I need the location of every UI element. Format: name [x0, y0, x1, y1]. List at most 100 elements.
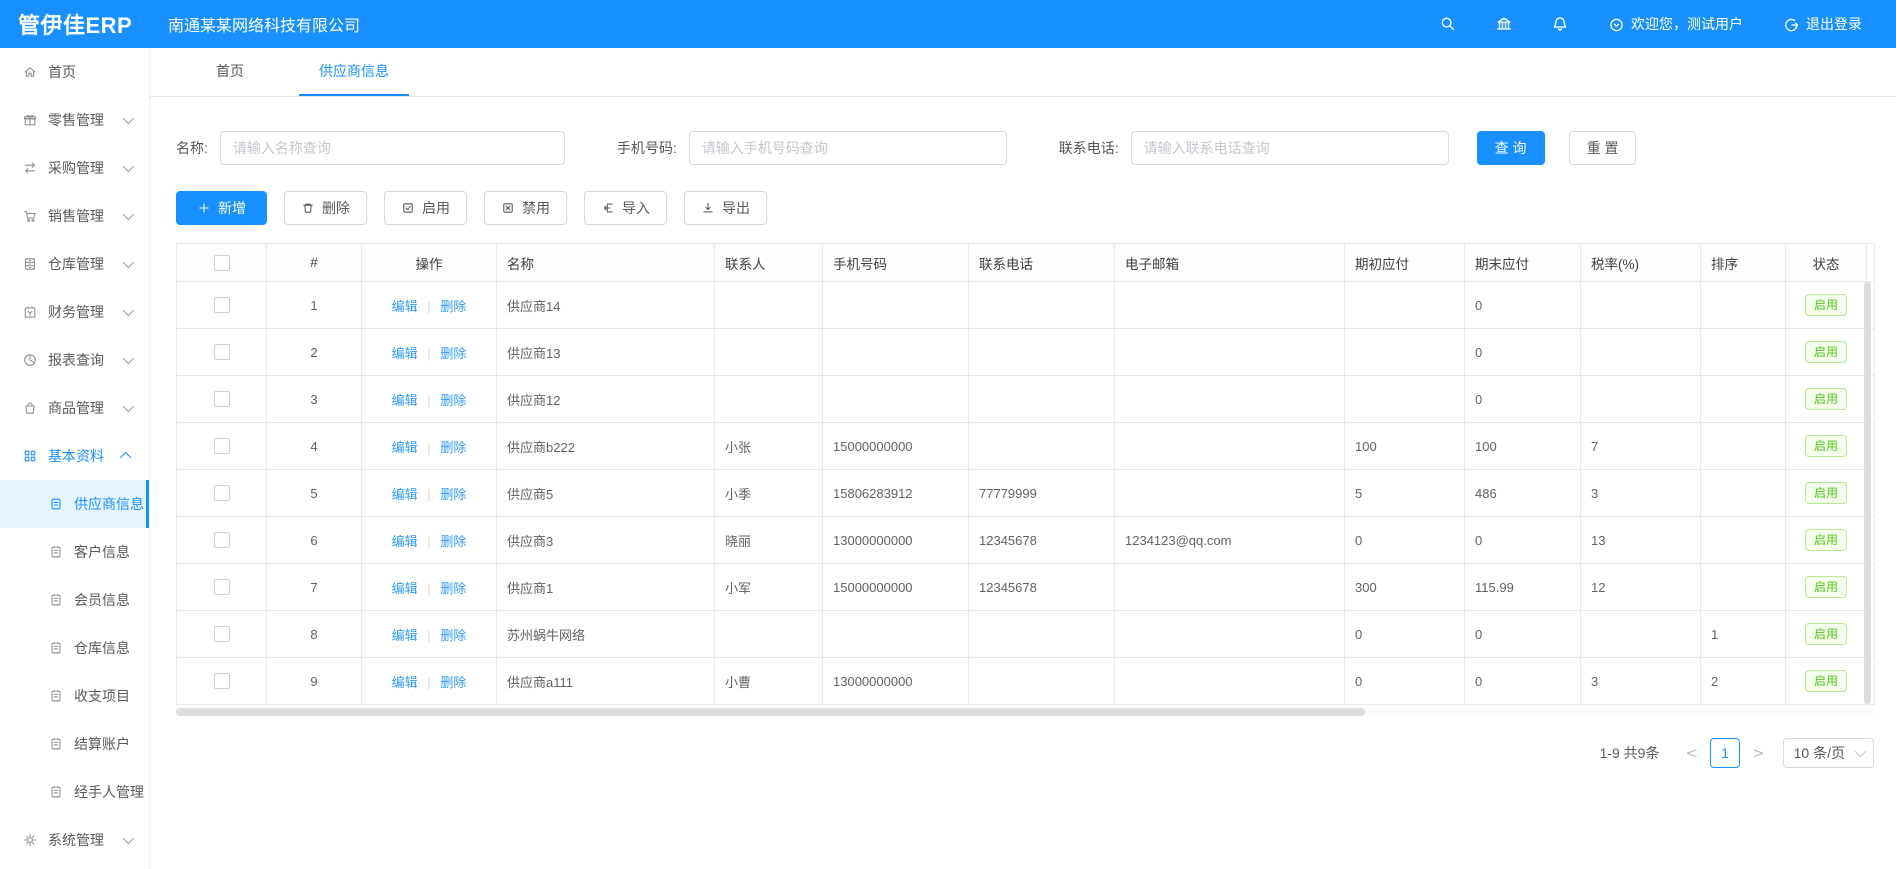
logout-button[interactable]: 退出登录 [1783, 14, 1862, 34]
delete-link[interactable]: 删除 [440, 675, 466, 690]
sidebar: 首页 零售管理 采购管理 销售管理 仓库管理 财务管理 [0, 48, 150, 869]
next-page-button[interactable]: > [1744, 744, 1773, 762]
warehouse-icon [22, 256, 38, 272]
welcome-user[interactable]: 欢迎您，测试用户 [1608, 14, 1743, 34]
delete-link[interactable]: 删除 [440, 299, 466, 314]
page-size-select[interactable]: 10 条/页 [1783, 738, 1874, 768]
edit-link[interactable]: 编辑 [392, 346, 418, 361]
horizontal-scrollbar[interactable] [176, 708, 1874, 716]
delete-link[interactable]: 删除 [440, 534, 466, 549]
add-button[interactable]: 新增 [176, 191, 267, 225]
cell-tax-rate [1581, 611, 1701, 658]
edit-link[interactable]: 编辑 [392, 534, 418, 549]
sidebar-item-label: 仓库管理 [48, 254, 123, 274]
table-row: 8 编辑 | 删除 苏州蜗牛网络 0 0 1 启用 [177, 611, 1875, 658]
row-actions: 编辑 | 删除 [362, 376, 497, 423]
row-checkbox-cell [177, 282, 267, 329]
sidebar-item-system[interactable]: 系统管理 [0, 816, 149, 864]
delete-link[interactable]: 删除 [440, 440, 466, 455]
row-index: 1 [267, 282, 362, 329]
bank-icon[interactable] [1495, 15, 1513, 33]
table-row: 2 编辑 | 删除 供应商13 0 启用 [177, 329, 1875, 376]
vertical-scrollbar[interactable] [1864, 282, 1871, 704]
action-divider: | [427, 393, 430, 408]
cell-sort: 1 [1701, 611, 1786, 658]
sidebar-item-warehouse[interactable]: 仓库管理 [0, 240, 149, 288]
cell-tax-rate: 3 [1581, 658, 1701, 705]
cell-sort [1701, 282, 1786, 329]
edit-link[interactable]: 编辑 [392, 440, 418, 455]
name-filter-input[interactable] [220, 131, 565, 165]
edit-link[interactable]: 编辑 [392, 299, 418, 314]
sidebar-item-goods[interactable]: 商品管理 [0, 384, 149, 432]
disable-button[interactable]: 禁用 [484, 191, 567, 225]
sidebar-item-income-expense[interactable]: 收支项目 [0, 672, 149, 720]
row-checkbox[interactable] [214, 673, 230, 689]
sidebar-item-customer-info[interactable]: 客户信息 [0, 528, 149, 576]
row-checkbox[interactable] [214, 579, 230, 595]
edit-link[interactable]: 编辑 [392, 487, 418, 502]
row-checkbox[interactable] [214, 297, 230, 313]
page-number-button[interactable]: 1 [1710, 738, 1740, 768]
sidebar-item-supplier-info[interactable]: 供应商信息 [0, 480, 149, 528]
delete-link[interactable]: 删除 [440, 581, 466, 596]
sidebar-item-member-info[interactable]: 会员信息 [0, 576, 149, 624]
sidebar-item-reports[interactable]: 报表查询 [0, 336, 149, 384]
row-checkbox[interactable] [214, 532, 230, 548]
row-checkbox[interactable] [214, 438, 230, 454]
document-icon [48, 544, 64, 560]
reset-button[interactable]: 重 置 [1569, 131, 1637, 165]
row-index: 8 [267, 611, 362, 658]
vertical-scrollbar-thumb[interactable] [1864, 282, 1871, 704]
edit-link[interactable]: 编辑 [392, 581, 418, 596]
search-icon[interactable] [1439, 15, 1457, 33]
sidebar-item-sales[interactable]: 销售管理 [0, 192, 149, 240]
delete-link[interactable]: 删除 [440, 487, 466, 502]
delete-link[interactable]: 删除 [440, 628, 466, 643]
sidebar-item-basic-data[interactable]: 基本资料 [0, 432, 149, 480]
chevron-down-icon [123, 401, 134, 412]
sidebar-item-settlement-account[interactable]: 结算账户 [0, 720, 149, 768]
tab-supplier-info[interactable]: 供应商信息 [299, 48, 409, 96]
mobile-filter-input[interactable] [689, 131, 1007, 165]
sidebar-item-handler-management[interactable]: 经手人管理 [0, 768, 149, 816]
cell-tax-rate [1581, 282, 1701, 329]
search-button[interactable]: 查 询 [1477, 131, 1545, 165]
sidebar-item-warehouse-info[interactable]: 仓库信息 [0, 624, 149, 672]
action-divider: | [427, 534, 430, 549]
cell-mobile [823, 329, 969, 376]
row-checkbox[interactable] [214, 626, 230, 642]
cell-sort [1701, 470, 1786, 517]
cell-name: 供应商3 [497, 517, 715, 564]
delete-button[interactable]: 删除 [284, 191, 367, 225]
tab-home[interactable]: 首页 [196, 48, 264, 96]
cell-phone [969, 376, 1115, 423]
import-button[interactable]: 导入 [584, 191, 667, 225]
row-index: 2 [267, 329, 362, 376]
sidebar-item-purchase[interactable]: 采购管理 [0, 144, 149, 192]
delete-link[interactable]: 删除 [440, 393, 466, 408]
horizontal-scrollbar-thumb[interactable] [176, 708, 1365, 716]
col-email: 电子邮箱 [1115, 244, 1345, 282]
export-button[interactable]: 导出 [684, 191, 767, 225]
edit-link[interactable]: 编辑 [392, 675, 418, 690]
phone-filter-input[interactable] [1131, 131, 1449, 165]
row-checkbox[interactable] [214, 344, 230, 360]
row-checkbox[interactable] [214, 391, 230, 407]
sidebar-item-label: 基本资料 [48, 446, 123, 466]
enable-button[interactable]: 启用 [384, 191, 467, 225]
status-badge: 启用 [1805, 670, 1847, 691]
sidebar-item-finance[interactable]: 财务管理 [0, 288, 149, 336]
cell-initial-payable [1345, 329, 1465, 376]
delete-link[interactable]: 删除 [440, 346, 466, 361]
x-square-icon [501, 201, 515, 215]
edit-link[interactable]: 编辑 [392, 628, 418, 643]
sidebar-item-home[interactable]: 首页 [0, 48, 149, 96]
row-checkbox[interactable] [214, 485, 230, 501]
edit-link[interactable]: 编辑 [392, 393, 418, 408]
prev-page-button[interactable]: < [1677, 744, 1706, 762]
sidebar-item-retail[interactable]: 零售管理 [0, 96, 149, 144]
bell-icon[interactable] [1551, 15, 1569, 33]
select-all-checkbox[interactable] [214, 255, 230, 271]
cell-tax-rate [1581, 376, 1701, 423]
